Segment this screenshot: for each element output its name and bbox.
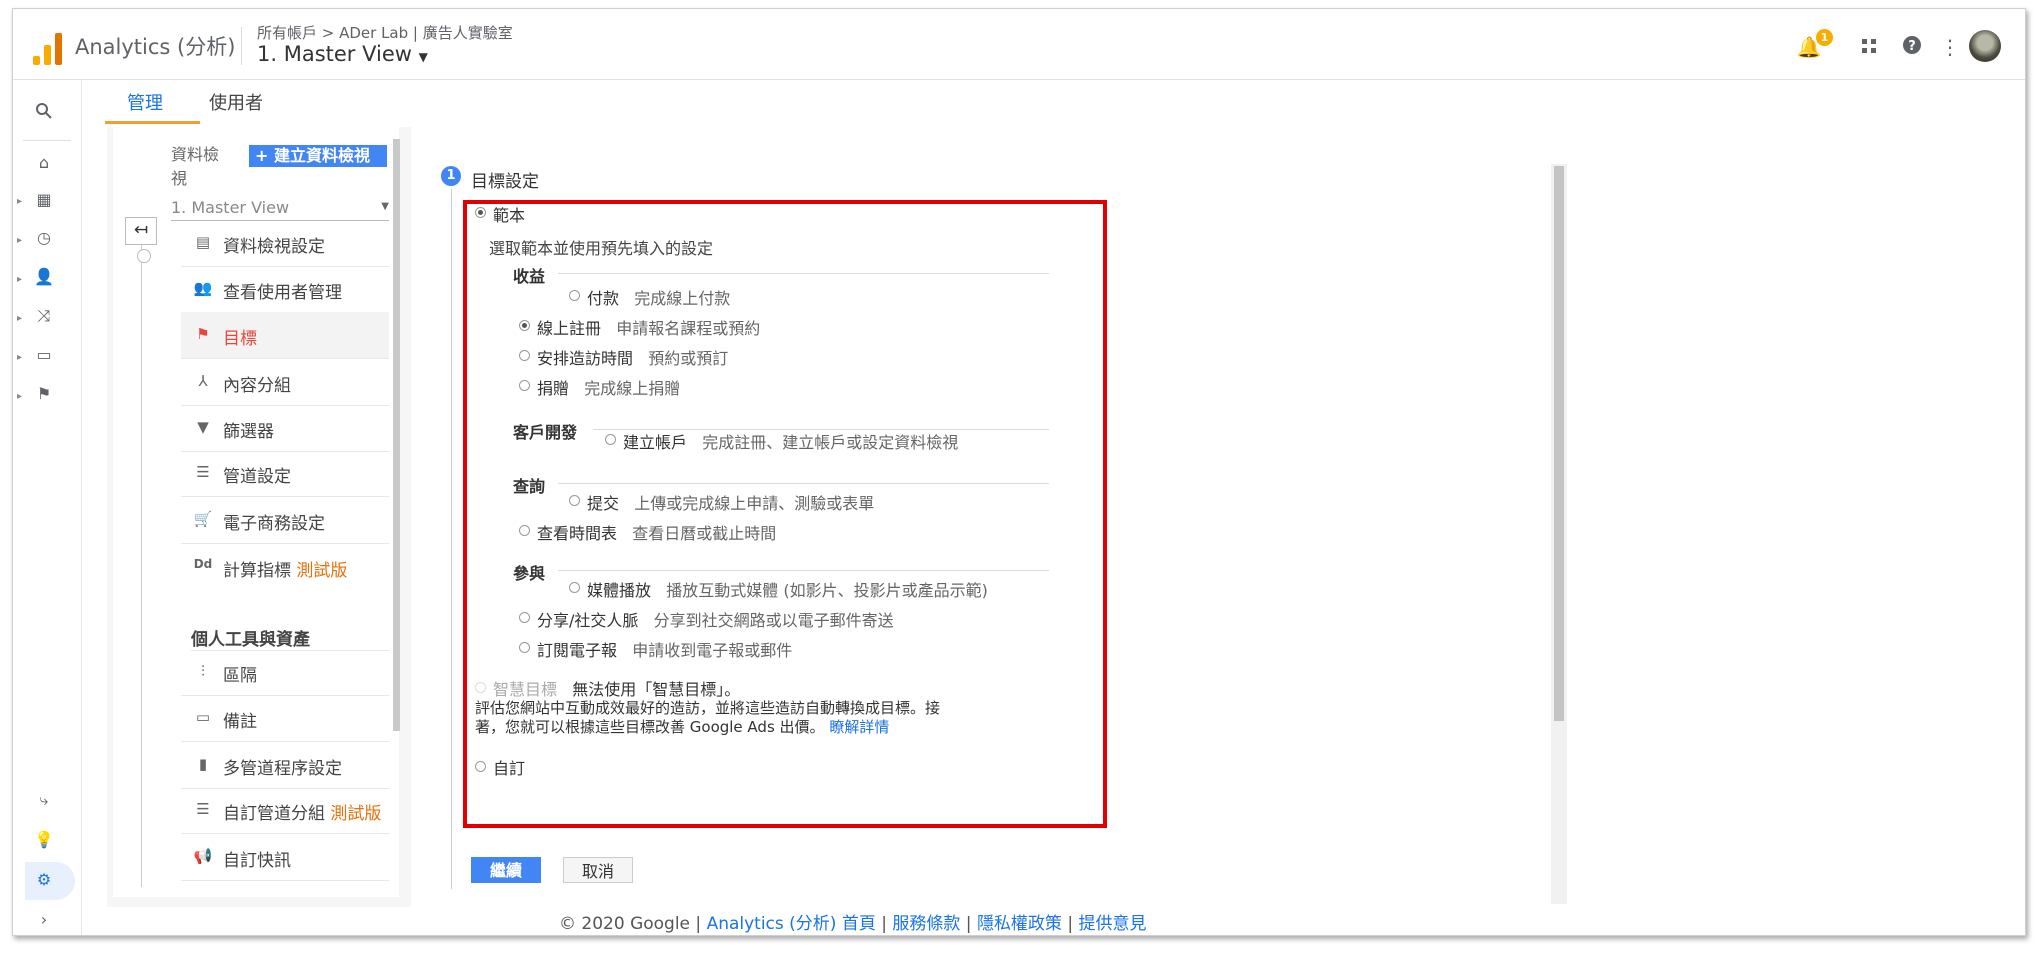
nav-item-label: 內容分組 (223, 376, 291, 396)
analytics-logo-icon[interactable] (33, 31, 63, 65)
segments-icon: ⫶ (201, 662, 205, 680)
nav-item-user-management[interactable]: 👥 查看使用者管理 (181, 266, 389, 313)
audience-person-icon[interactable]: 👤 (31, 267, 57, 286)
copyright: © 2020 Google | (559, 914, 707, 934)
nav-item-content-grouping[interactable]: ⅄ 內容分組 (181, 359, 389, 406)
dd-icon: Dd (193, 557, 213, 571)
back-arrow-button[interactable]: ↤ (125, 217, 157, 245)
nav-item-custom-alerts[interactable]: 📢 自訂快訊 (181, 834, 389, 881)
nav-item-label: 自訂快訊 (223, 851, 291, 871)
footer-terms-link[interactable]: 服務條款 (892, 914, 960, 934)
people-icon: 👥 (193, 279, 213, 297)
cancel-button[interactable]: 取消 (563, 857, 633, 883)
chevron-down-icon: ▼ (418, 50, 428, 64)
svg-text:?: ? (1908, 39, 1916, 54)
nav-item-annotations[interactable]: ▭ 備註 (181, 695, 389, 742)
avatar[interactable] (1969, 30, 2001, 62)
nav-item-label: 資料檢視設定 (223, 237, 325, 257)
nav-item-segments[interactable]: ⫶ 區隔 (181, 649, 389, 696)
app-title[interactable]: Analytics (分析) (75, 31, 235, 61)
nav-item-channel-settings[interactable]: ☰ 管道設定 (181, 450, 389, 497)
nav-item-label: 計算指標 (223, 561, 291, 581)
view-selector[interactable]: 1. Master View ▼ (257, 42, 428, 66)
notification-badge: 1 (1816, 29, 1833, 46)
highlight-box (463, 200, 1107, 828)
customization-icon[interactable]: ▦ (31, 190, 57, 209)
acquisition-icon[interactable]: ⤨ (31, 306, 57, 326)
cart-icon: 🛒 (193, 510, 213, 528)
help-icon[interactable]: ? (1899, 35, 1925, 60)
nav-item-label: 多管道程序設定 (223, 759, 342, 779)
nav-item-ecommerce-settings[interactable]: 🛒 電子商務設定 (181, 497, 389, 544)
create-view-button[interactable]: + 建立資料檢視 (249, 145, 387, 167)
behavior-icon[interactable]: ▭ (31, 345, 57, 364)
top-header: Analytics (分析) 所有帳戶 > ADer Lab | 廣告人實驗室 … (13, 9, 2025, 80)
chevron-down-icon: ▼ (381, 201, 389, 212)
nav-item-filters[interactable]: ▼ 篩選器 (181, 405, 389, 452)
view-column-label: 資料檢視 (171, 145, 220, 188)
view-title: 1. Master View (257, 42, 412, 66)
breadcrumb[interactable]: 所有帳戶 > ADer Lab | 廣告人實驗室 (257, 22, 513, 43)
footer-home-link[interactable]: Analytics (分析) 首頁 (707, 914, 876, 934)
nav-item-label: 管道設定 (223, 467, 291, 487)
nav-item-goals[interactable]: ⚑ 目標 (181, 312, 389, 359)
document-icon: ▤ (195, 233, 211, 251)
apps-grid-icon[interactable] (1856, 35, 1882, 59)
more-vert-icon[interactable]: ⋮ (1937, 35, 1963, 59)
content-scrollbar[interactable] (1554, 166, 1564, 721)
step-title: 目標設定 (471, 172, 539, 192)
forward-circle-icon[interactable] (137, 249, 151, 263)
filter-icon: ▼ (197, 418, 209, 436)
selected-view: 1. Master View (171, 198, 290, 217)
step-line (451, 189, 452, 889)
flag-icon: ⚑ (196, 325, 210, 343)
attribution-icon[interactable]: ⤷ (31, 790, 57, 810)
conversions-flag-icon[interactable]: ⚑ (31, 384, 57, 403)
tab-users[interactable]: 使用者 (209, 89, 263, 115)
comment-icon: ▭ (195, 708, 211, 726)
beta-badge: 測試版 (296, 561, 348, 581)
footer-privacy-link[interactable]: 隱私權政策 (977, 914, 1062, 934)
grouping-icon: ⅄ (198, 372, 208, 390)
nav-item-calculated-metrics[interactable]: Dd 計算指標 測試版 (181, 544, 389, 590)
nav-item-view-settings[interactable]: ▤ 資料檢視設定 (181, 220, 389, 267)
search-icon[interactable] (31, 102, 57, 124)
nav-item-mcf-settings[interactable]: ▮ 多管道程序設定 (181, 742, 389, 789)
personal-tools-heading: 個人工具與資產 (191, 630, 310, 650)
nav-item-custom-channel-grouping[interactable]: ☰ 自訂管道分組 測試版 (181, 787, 389, 834)
footer-feedback-link[interactable]: 提供意見 (1078, 914, 1146, 934)
channel-icon: ☰ (196, 800, 210, 818)
expand-chevron-icon[interactable]: › (31, 910, 57, 929)
tab-admin[interactable]: 管理 (127, 89, 163, 115)
home-icon[interactable]: ⌂ (31, 153, 57, 172)
channel-icon: ☰ (196, 463, 210, 481)
nav-item-label: 區隔 (223, 666, 257, 686)
nav-connector-line (141, 237, 142, 887)
app-window: Analytics (分析) 所有帳戶 > ADer Lab | 廣告人實驗室 … (12, 8, 2026, 936)
step-number: 1 (441, 166, 461, 186)
continue-button[interactable]: 繼續 (471, 857, 541, 883)
nav-item-label: 備註 (223, 712, 257, 732)
tab-underline (105, 121, 200, 124)
nav-item-label: 電子商務設定 (223, 514, 325, 534)
megaphone-icon: 📢 (193, 847, 213, 865)
nav-item-label: 自訂管道分組 (223, 804, 325, 824)
gear-icon[interactable]: ⚙ (31, 870, 57, 889)
view-dropdown[interactable]: 1. Master View ▼ (171, 198, 389, 221)
nav-item-label: 目標 (223, 329, 257, 349)
nav-item-label: 查看使用者管理 (223, 283, 342, 303)
bar-chart-icon: ▮ (198, 755, 208, 773)
nav-scrollbar[interactable] (393, 139, 400, 731)
realtime-clock-icon[interactable]: ◷ (31, 228, 57, 247)
header-divider (241, 27, 242, 65)
left-rail: ⌂ ▸ ▦ ▸ ◷ ▸ 👤 ▸ ⤨ ▸ ▭ ▸ ⚑ ⤷ 💡 ⚙ › (13, 80, 82, 935)
footer: © 2020 Google | Analytics (分析) 首頁 | 服務條款… (559, 914, 1147, 934)
beta-badge: 測試版 (330, 804, 382, 824)
nav-item-label: 篩選器 (223, 422, 274, 442)
discover-lightbulb-icon[interactable]: 💡 (31, 830, 57, 849)
